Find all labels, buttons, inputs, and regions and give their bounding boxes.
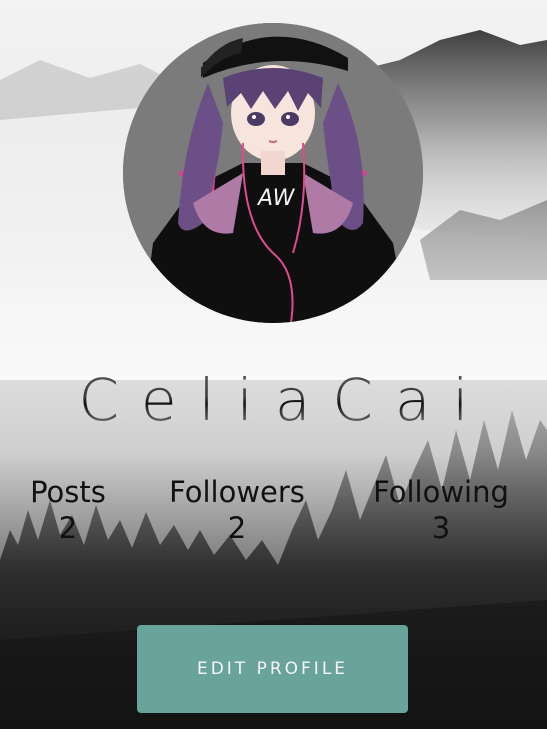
stat-following[interactable]: Following 3 <box>360 474 522 546</box>
anime-girl-illustration: AW <box>123 23 423 323</box>
svg-text:AW: AW <box>256 186 296 211</box>
stat-posts-label: Posts <box>30 475 106 509</box>
stat-posts-value: 2 <box>58 511 78 545</box>
stat-followers-value: 2 <box>227 511 247 545</box>
profile-stats: Posts 2 Followers 2 Following 3 <box>0 474 547 554</box>
edit-profile-button[interactable]: EDIT PROFILE <box>137 625 408 713</box>
stat-followers[interactable]: Followers 2 <box>156 474 318 546</box>
profile-name: CeliaCai <box>0 366 547 434</box>
stat-following-label: Following <box>373 475 509 509</box>
stat-followers-label: Followers <box>169 475 305 509</box>
stat-following-value: 3 <box>431 511 451 545</box>
stat-posts[interactable]: Posts 2 <box>22 474 114 546</box>
profile-avatar[interactable]: AW <box>123 23 423 323</box>
